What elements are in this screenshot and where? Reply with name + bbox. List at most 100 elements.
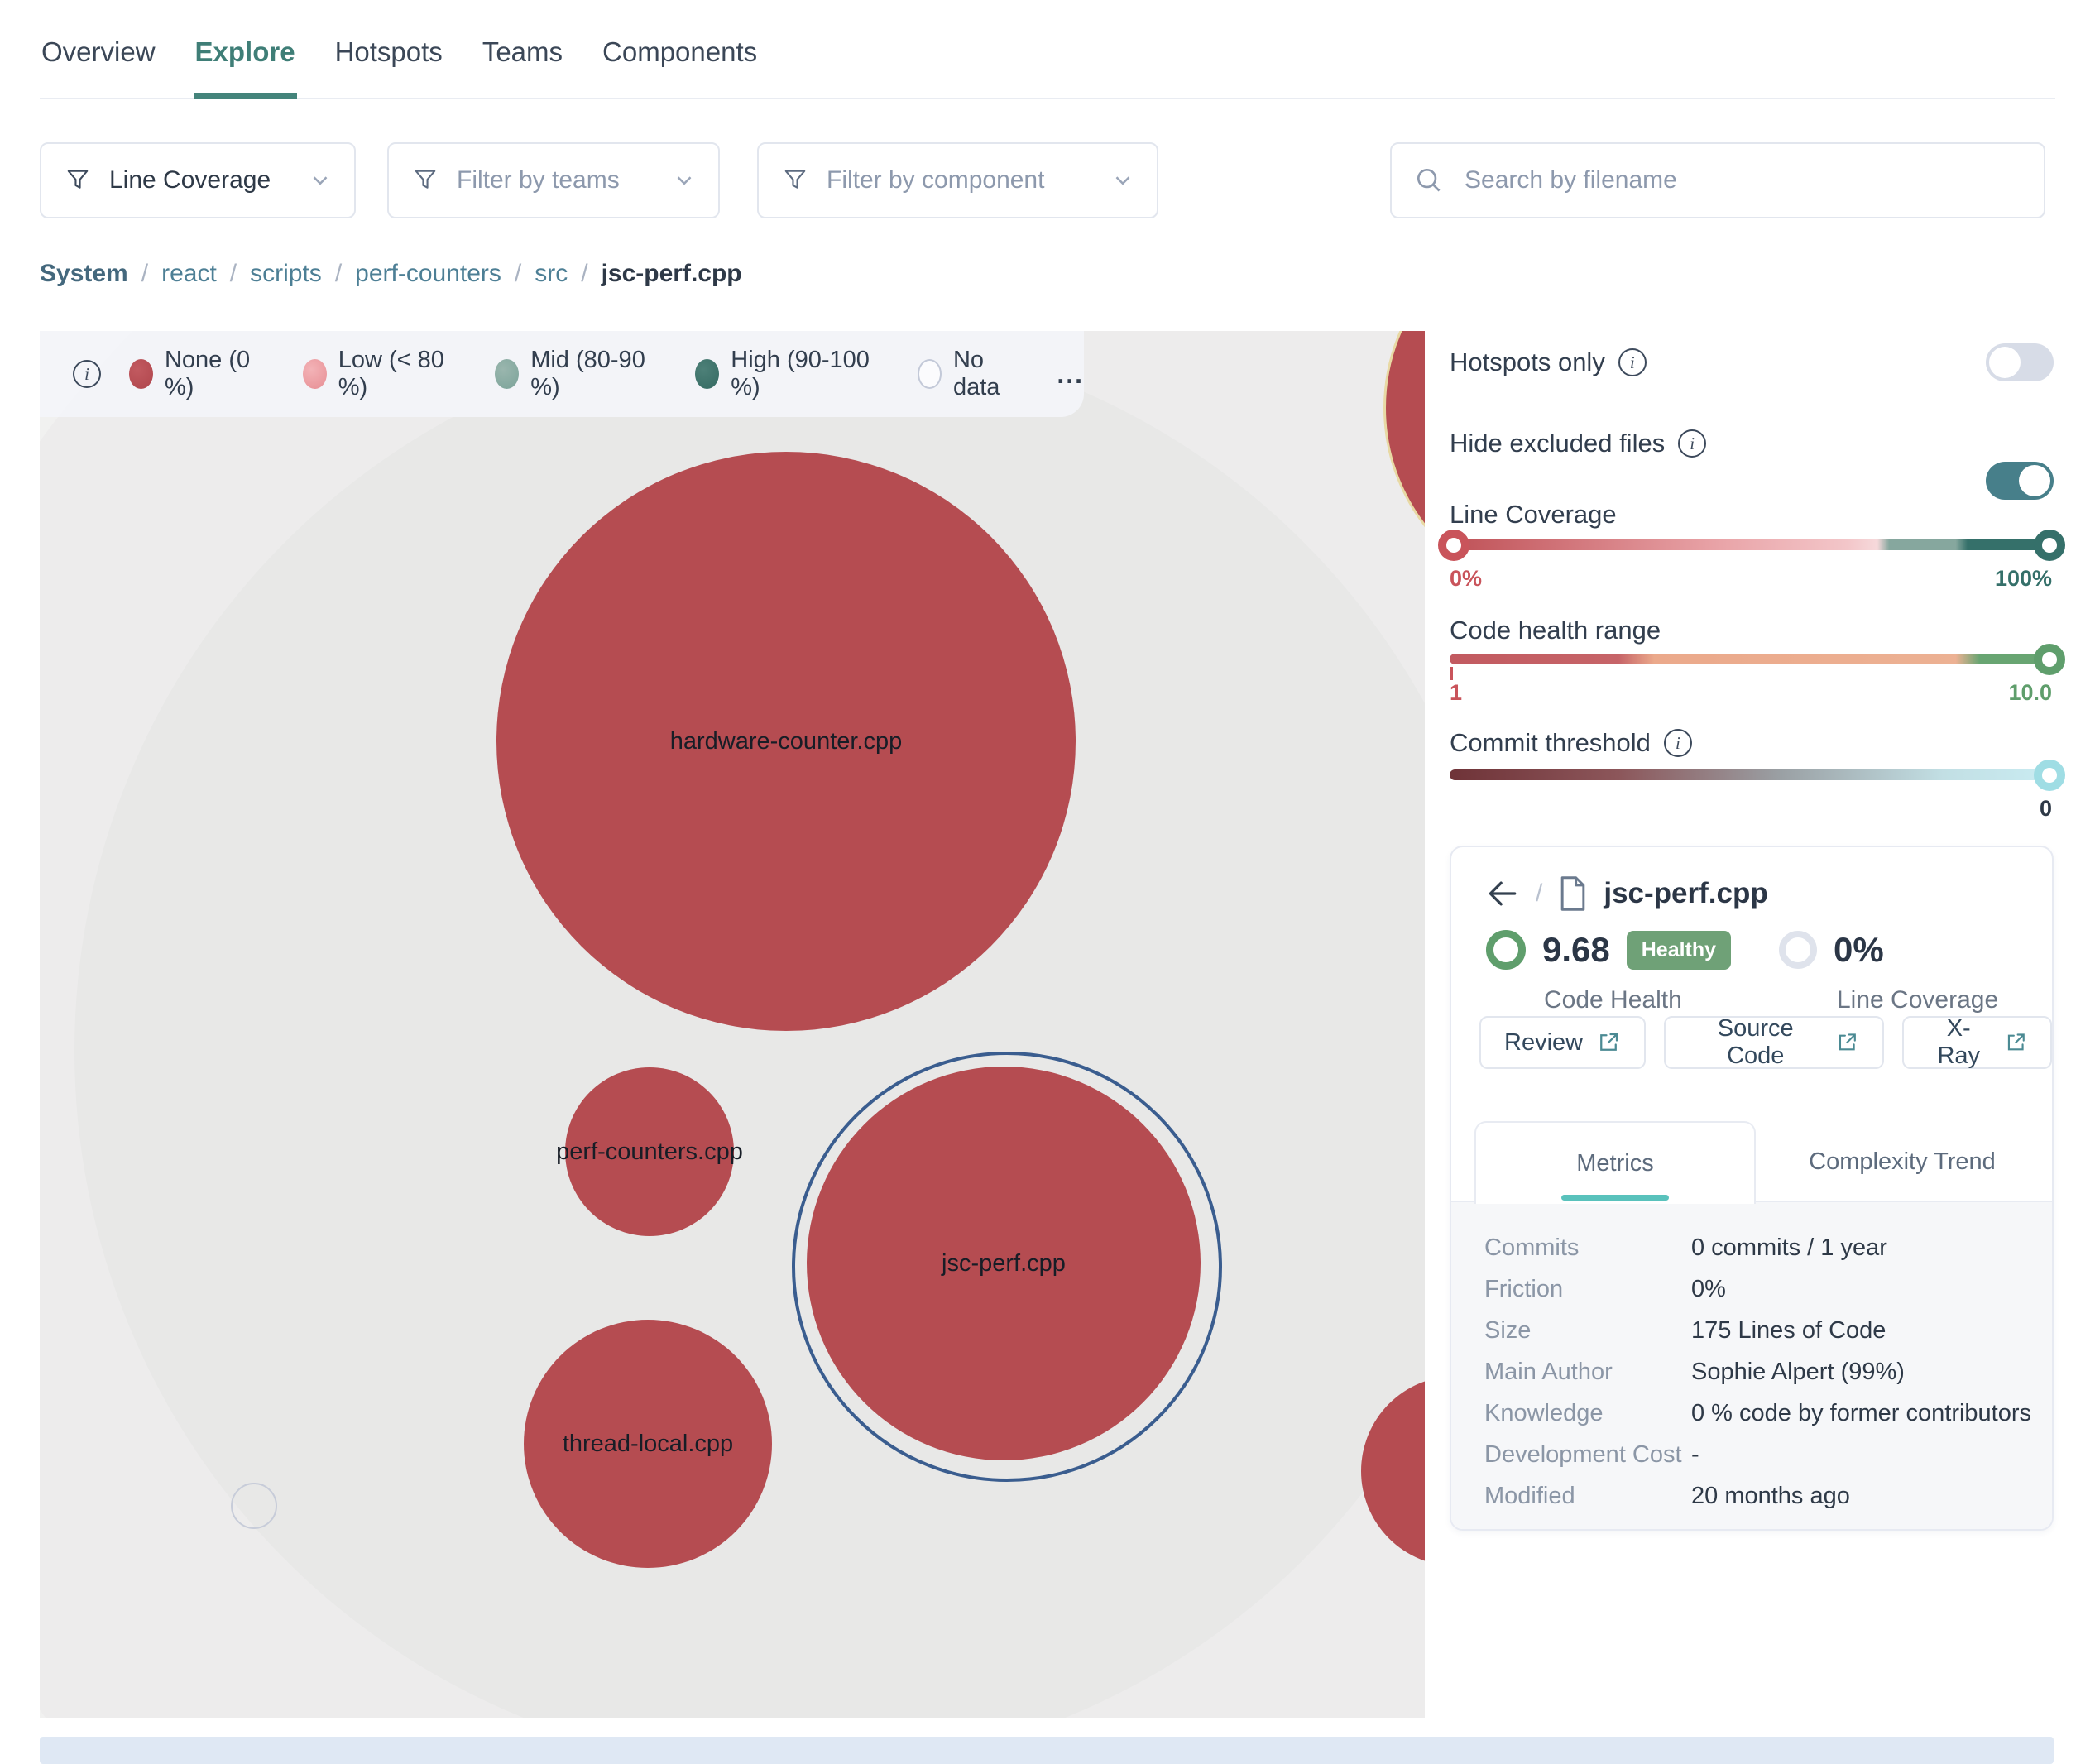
metric-row-main-author: Main Author Sophie Alpert (99%) <box>1484 1351 2052 1393</box>
coverage-legend: i None (0 %) Low (< 80 %) Mid (80-90 %) … <box>40 331 1084 417</box>
commit-threshold-slider-track[interactable] <box>1450 769 2052 780</box>
breadcrumb-system[interactable]: System <box>40 260 128 288</box>
hotspots-only-label: Hotspots only i <box>1450 348 1647 377</box>
component-filter-placeholder: Filter by component <box>827 166 1044 194</box>
top-nav: Overview Explore Hotspots Teams Componen… <box>40 25 2055 99</box>
hide-excluded-label: Hide excluded files i <box>1450 429 1706 458</box>
breadcrumb-perf-counters[interactable]: perf-counters <box>355 260 501 288</box>
metric-row-friction: Friction 0% <box>1484 1268 2052 1310</box>
line-coverage-stat-label: Line Coverage <box>1837 986 1998 1014</box>
line-coverage-slider-track[interactable] <box>1450 539 2052 550</box>
bubble-chart-canvas[interactable]: hardware-counter.cpp perf-counters.cpp j… <box>40 331 1425 1718</box>
tab-metrics[interactable]: Metrics <box>1474 1121 1756 1204</box>
funnel-icon <box>410 165 440 195</box>
review-button[interactable]: Review <box>1479 1016 1646 1069</box>
chevron-down-icon <box>1110 168 1135 193</box>
back-arrow-icon[interactable] <box>1484 875 1521 912</box>
metric-row-size: Size 175 Lines of Code <box>1484 1310 2052 1351</box>
hotspots-only-info-icon[interactable]: i <box>1618 348 1647 376</box>
code-health-min-tick <box>1450 667 1453 680</box>
funnel-icon <box>63 165 93 195</box>
legend-dot-low <box>303 359 327 389</box>
file-card-actions: Review Source Code X-Ray <box>1479 1016 2052 1069</box>
bubble-hardware-counter[interactable]: hardware-counter.cpp <box>496 452 1076 1031</box>
line-coverage-min-handle[interactable] <box>1438 530 1469 561</box>
code-health-stat: 9.68 Healthy <box>1486 930 1731 970</box>
line-coverage-max-handle[interactable] <box>2034 530 2065 561</box>
hide-excluded-info-icon[interactable]: i <box>1678 429 1706 458</box>
bubble-thread-local[interactable]: thread-local.cpp <box>524 1320 772 1568</box>
legend-item-no-data: No data <box>918 347 1029 401</box>
legend-dot-none <box>129 359 153 389</box>
line-coverage-stat: 0% <box>1779 930 1884 970</box>
bubble-perf-counters[interactable]: perf-counters.cpp <box>565 1067 734 1236</box>
legend-item-high: High (90-100 %) <box>695 347 889 401</box>
legend-more-button[interactable]: ... <box>1057 359 1084 390</box>
legend-dot-no-data <box>918 359 942 389</box>
code-health-max-handle[interactable] <box>2034 644 2065 675</box>
line-coverage-value: 0% <box>1834 930 1884 970</box>
chevron-down-icon <box>672 168 697 193</box>
commit-threshold-label: Commit threshold i <box>1450 728 1692 758</box>
legend-item-none: None (0 %) <box>129 347 275 401</box>
search-input[interactable] <box>1463 165 2022 195</box>
search-icon <box>1413 165 1445 196</box>
metric-row-commits: Commits 0 commits / 1 year <box>1484 1227 2052 1268</box>
code-health-stat-label: Code Health <box>1544 986 1682 1014</box>
bubble-label: thread-local.cpp <box>563 1431 733 1458</box>
code-health-min-label: 1 <box>1450 680 1462 706</box>
bubble-label: hardware-counter.cpp <box>670 728 903 755</box>
legend-item-mid: Mid (80-90 %) <box>495 347 667 401</box>
metric-row-knowledge: Knowledge 0 % code by former contributor… <box>1484 1393 2052 1434</box>
tab-complexity-trend[interactable]: Complexity Trend <box>1752 1121 2052 1202</box>
breadcrumb-react[interactable]: react <box>161 260 217 288</box>
tab-hotspots[interactable]: Hotspots <box>333 25 444 98</box>
hotspots-only-toggle[interactable] <box>1986 343 2054 381</box>
external-link-icon <box>2004 1030 2028 1055</box>
metric-row-modified: Modified 20 months ago <box>1484 1475 2052 1517</box>
healthy-badge: Healthy <box>1627 931 1731 970</box>
bubble-no-data-small[interactable] <box>231 1483 277 1529</box>
breadcrumb-current-file: jsc-perf.cpp <box>602 260 742 288</box>
line-coverage-slider-label: Line Coverage <box>1450 500 1617 530</box>
hide-excluded-toggle[interactable] <box>1986 462 2054 500</box>
metric-row-development-cost: Development Cost - <box>1484 1434 2052 1475</box>
filename-search[interactable] <box>1390 142 2045 218</box>
file-card-header: / jsc-perf.cpp <box>1484 875 1768 912</box>
line-coverage-ring-icon <box>1779 931 1817 969</box>
source-code-button[interactable]: Source Code <box>1664 1016 1884 1069</box>
breadcrumb-scripts[interactable]: scripts <box>250 260 322 288</box>
active-tab-underline <box>1561 1195 1669 1201</box>
chevron-down-icon <box>308 168 333 193</box>
bubble-jsc-perf[interactable]: jsc-perf.cpp <box>807 1067 1201 1460</box>
commit-threshold-handle[interactable] <box>2034 760 2065 791</box>
x-ray-button[interactable]: X-Ray <box>1902 1016 2052 1069</box>
file-card-title: jsc-perf.cpp <box>1604 877 1767 910</box>
tab-components[interactable]: Components <box>601 25 759 98</box>
breadcrumb-src[interactable]: src <box>535 260 568 288</box>
file-icon <box>1557 875 1589 912</box>
legend-dot-high <box>695 359 719 389</box>
legend-dot-mid <box>495 359 519 389</box>
tab-teams[interactable]: Teams <box>481 25 564 98</box>
breadcrumb: System / react / scripts / perf-counters… <box>40 260 742 288</box>
tab-overview[interactable]: Overview <box>40 25 157 98</box>
tab-explore[interactable]: Explore <box>194 25 297 98</box>
code-health-ring-icon <box>1486 930 1526 970</box>
code-health-slider-track[interactable] <box>1450 654 2052 664</box>
commit-threshold-info-icon[interactable]: i <box>1664 729 1692 757</box>
horizontal-scrollbar[interactable] <box>40 1737 2054 1764</box>
legend-info-icon[interactable]: i <box>73 360 101 388</box>
metrics-panel: Commits 0 commits / 1 year Friction 0% S… <box>1451 1202 2052 1529</box>
code-health-max-label: 10.0 <box>1989 680 2052 706</box>
line-coverage-min-label: 0% <box>1450 566 1482 592</box>
teams-filter-placeholder: Filter by teams <box>457 166 620 194</box>
teams-filter-dropdown[interactable]: Filter by teams <box>387 142 720 218</box>
commit-threshold-value-label: 0 <box>1989 796 2052 822</box>
metric-filter-dropdown[interactable]: Line Coverage <box>40 142 356 218</box>
bubble-label: jsc-perf.cpp <box>942 1250 1066 1277</box>
component-filter-dropdown[interactable]: Filter by component <box>757 142 1158 218</box>
metric-filter-value: Line Coverage <box>109 166 271 194</box>
code-health-range-label: Code health range <box>1450 616 1661 645</box>
file-detail-card: / jsc-perf.cpp 9.68 Healthy Code Health … <box>1450 846 2054 1531</box>
